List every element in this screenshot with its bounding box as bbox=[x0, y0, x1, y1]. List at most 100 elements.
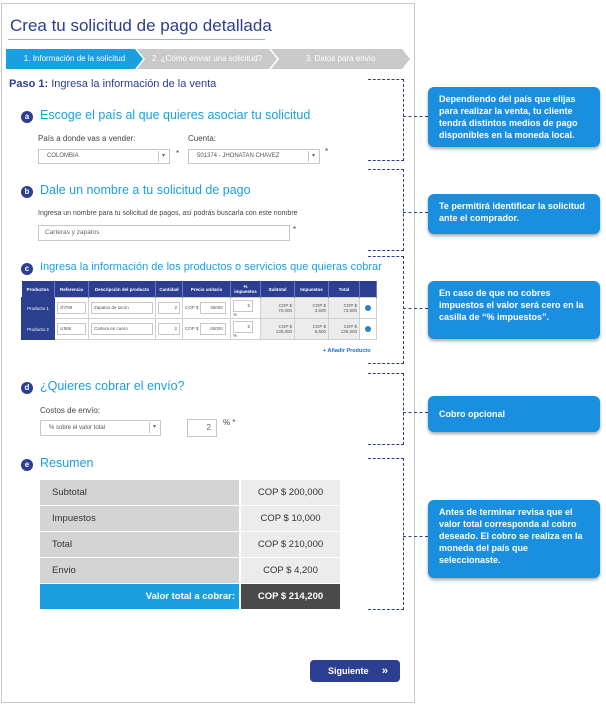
reference-input[interactable]: cr586 bbox=[57, 323, 86, 335]
col-header: Descripción del producto bbox=[88, 281, 156, 298]
step-3[interactable]: 3. Datos para envío bbox=[271, 49, 410, 69]
bracket-connector bbox=[368, 256, 404, 364]
step-heading: Paso 1: Ingresa la información de la ven… bbox=[9, 78, 216, 90]
quantity-input[interactable]: 2 bbox=[158, 323, 180, 335]
callout-connector bbox=[403, 212, 428, 213]
product-label: Producto 1 bbox=[21, 297, 55, 319]
summary-value: COP $ 210,000 bbox=[239, 531, 340, 558]
callout-connector bbox=[403, 412, 428, 413]
subtotal-value: 130,000 bbox=[275, 329, 292, 334]
section-d-badge: d bbox=[21, 382, 33, 394]
summary-table: Subtotal COP $ 200,000 Impuestos COP $ 10,… bbox=[40, 480, 340, 610]
grand-total-row: Valor total a cobrar: COP $ 214,200 bbox=[40, 583, 340, 610]
bracket-connector bbox=[368, 373, 404, 445]
required-mark: * bbox=[293, 225, 297, 234]
quantity-cell: 2 bbox=[155, 297, 183, 319]
percent-label: % bbox=[233, 311, 238, 317]
next-button-label: Siguiente bbox=[328, 666, 369, 676]
step-heading-prefix: Paso 1: bbox=[9, 78, 49, 90]
section-c-title: Ingresa la información de los productos … bbox=[40, 261, 382, 273]
tax-input[interactable]: 5 bbox=[233, 299, 253, 312]
bracket-connector bbox=[368, 79, 404, 161]
callout-shipping: Cobro opcional bbox=[428, 396, 600, 432]
summary-label: Envio bbox=[40, 557, 240, 584]
shipping-cost-label: Costos de envío: bbox=[40, 406, 101, 415]
section-c-badge: c bbox=[21, 263, 33, 275]
currency-label: COP $ bbox=[185, 326, 199, 331]
description-input[interactable]: Cartera en cuero bbox=[91, 323, 153, 335]
section-e-title: Resumen bbox=[40, 456, 94, 470]
section-d-title: ¿Quieres cobrar el envío? bbox=[40, 379, 185, 393]
step-1[interactable]: 1. Información de la solicitud bbox=[6, 49, 143, 69]
col-header: Subtotal bbox=[260, 281, 295, 298]
quantity-cell: 2 bbox=[155, 318, 183, 340]
callout-connector bbox=[403, 116, 428, 117]
grand-total-value: COP $ 214,200 bbox=[239, 583, 340, 610]
account-select[interactable]: 501374 - JHONATAN CHAVEZ ▾ bbox=[188, 149, 320, 164]
products-table: Productos Referencia Descripción del pro… bbox=[21, 281, 377, 340]
subtotal-cell: COP $70,000 bbox=[260, 297, 295, 319]
taxes-cell: COP $6,500 bbox=[294, 318, 329, 340]
grand-total-label: Valor total a cobrar: bbox=[40, 583, 240, 610]
total-value: 136,500 bbox=[340, 329, 357, 334]
step-2[interactable]: 2. ¿Cómo enviar una solicitud? bbox=[137, 49, 277, 69]
total-value: 73,500 bbox=[343, 308, 357, 313]
section-a-badge: a bbox=[21, 111, 33, 123]
account-label: Cuenta: bbox=[188, 134, 217, 143]
taxes-cell: COP $3,500 bbox=[294, 297, 329, 319]
price-cell: COP $ 35000 bbox=[182, 297, 231, 319]
summary-label: Impuestos bbox=[40, 505, 240, 532]
add-product-link[interactable]: + Añadir Producto bbox=[323, 348, 371, 354]
tax-cell: 5 % bbox=[230, 318, 261, 340]
section-e-badge: e bbox=[21, 459, 33, 471]
callout-name: Te permitirá identificar la solicitud an… bbox=[428, 194, 600, 234]
total-cell: COP $136,500 bbox=[328, 318, 360, 340]
price-cell: COP $ 65000 bbox=[182, 318, 231, 340]
summary-label: Subtotal bbox=[40, 480, 240, 506]
price-input[interactable]: 65000 bbox=[199, 323, 226, 335]
chevron-down-icon: ▾ bbox=[308, 151, 318, 162]
percent-label: % bbox=[233, 332, 238, 338]
section-a-title: Escoge el país al que quieres asociar tu… bbox=[40, 108, 311, 122]
required-mark: * bbox=[325, 147, 329, 156]
description-cell: Cartera en cuero bbox=[88, 318, 156, 340]
summary-row: Subtotal COP $ 200,000 bbox=[40, 480, 340, 506]
col-header: Total bbox=[328, 281, 360, 298]
page-title: Crea tu solicitud de pago detallada bbox=[10, 16, 272, 35]
name-hint: Ingresa un nombre para tu solicitud de p… bbox=[38, 210, 298, 217]
table-row: Producto 2 cr586 Cartera en cuero 2 COP … bbox=[21, 318, 377, 340]
col-header: Referencia bbox=[54, 281, 89, 298]
tax-cell: 5 % bbox=[230, 297, 261, 319]
double-chevron-right-icon: » bbox=[381, 665, 388, 677]
reference-input[interactable]: zh789 bbox=[57, 302, 86, 314]
request-name-input[interactable]: Carteras y zapatos bbox=[38, 225, 290, 241]
shipping-type-value: % sobre el valor total bbox=[49, 425, 106, 431]
reference-cell: zh789 bbox=[54, 297, 89, 319]
callout-summary: Antes de terminar revisa que el valor to… bbox=[428, 500, 600, 578]
chevron-down-icon: ▾ bbox=[158, 151, 168, 162]
table-row: Producto 1 zh789 Zapatos de tacón 2 COP … bbox=[21, 297, 377, 319]
summary-value: COP $ 4,200 bbox=[239, 557, 340, 584]
account-select-value: 501374 - JHONATAN CHAVEZ bbox=[197, 153, 280, 159]
country-select[interactable]: COLOMBIA ▾ bbox=[38, 149, 170, 164]
description-input[interactable]: Zapatos de tacón bbox=[91, 302, 153, 314]
next-button[interactable]: Siguiente » bbox=[310, 660, 400, 682]
callout-connector bbox=[403, 536, 428, 537]
col-header: Precio unitario bbox=[182, 281, 231, 298]
shipping-percent-input[interactable]: 2 bbox=[187, 419, 217, 437]
bracket-connector bbox=[368, 458, 404, 610]
quantity-input[interactable]: 2 bbox=[158, 302, 180, 314]
required-mark: * bbox=[176, 149, 180, 158]
taxes-value: 3,500 bbox=[314, 308, 326, 313]
section-b-title: Dale un nombre a tu solicitud de pago bbox=[40, 183, 251, 197]
shipping-percent-suffix: % * bbox=[223, 418, 236, 427]
tax-input[interactable]: 5 bbox=[233, 320, 253, 333]
shipping-type-select[interactable]: % sobre el valor total ▾ bbox=[40, 420, 161, 436]
col-header: Cantidad bbox=[155, 281, 183, 298]
summary-value: COP $ 200,000 bbox=[239, 480, 340, 506]
price-input[interactable]: 35000 bbox=[199, 302, 226, 314]
summary-label: Total bbox=[40, 531, 240, 558]
col-header: % impuestos bbox=[230, 281, 261, 298]
currency-label: COP $ bbox=[185, 305, 199, 310]
bracket-connector bbox=[368, 169, 404, 251]
